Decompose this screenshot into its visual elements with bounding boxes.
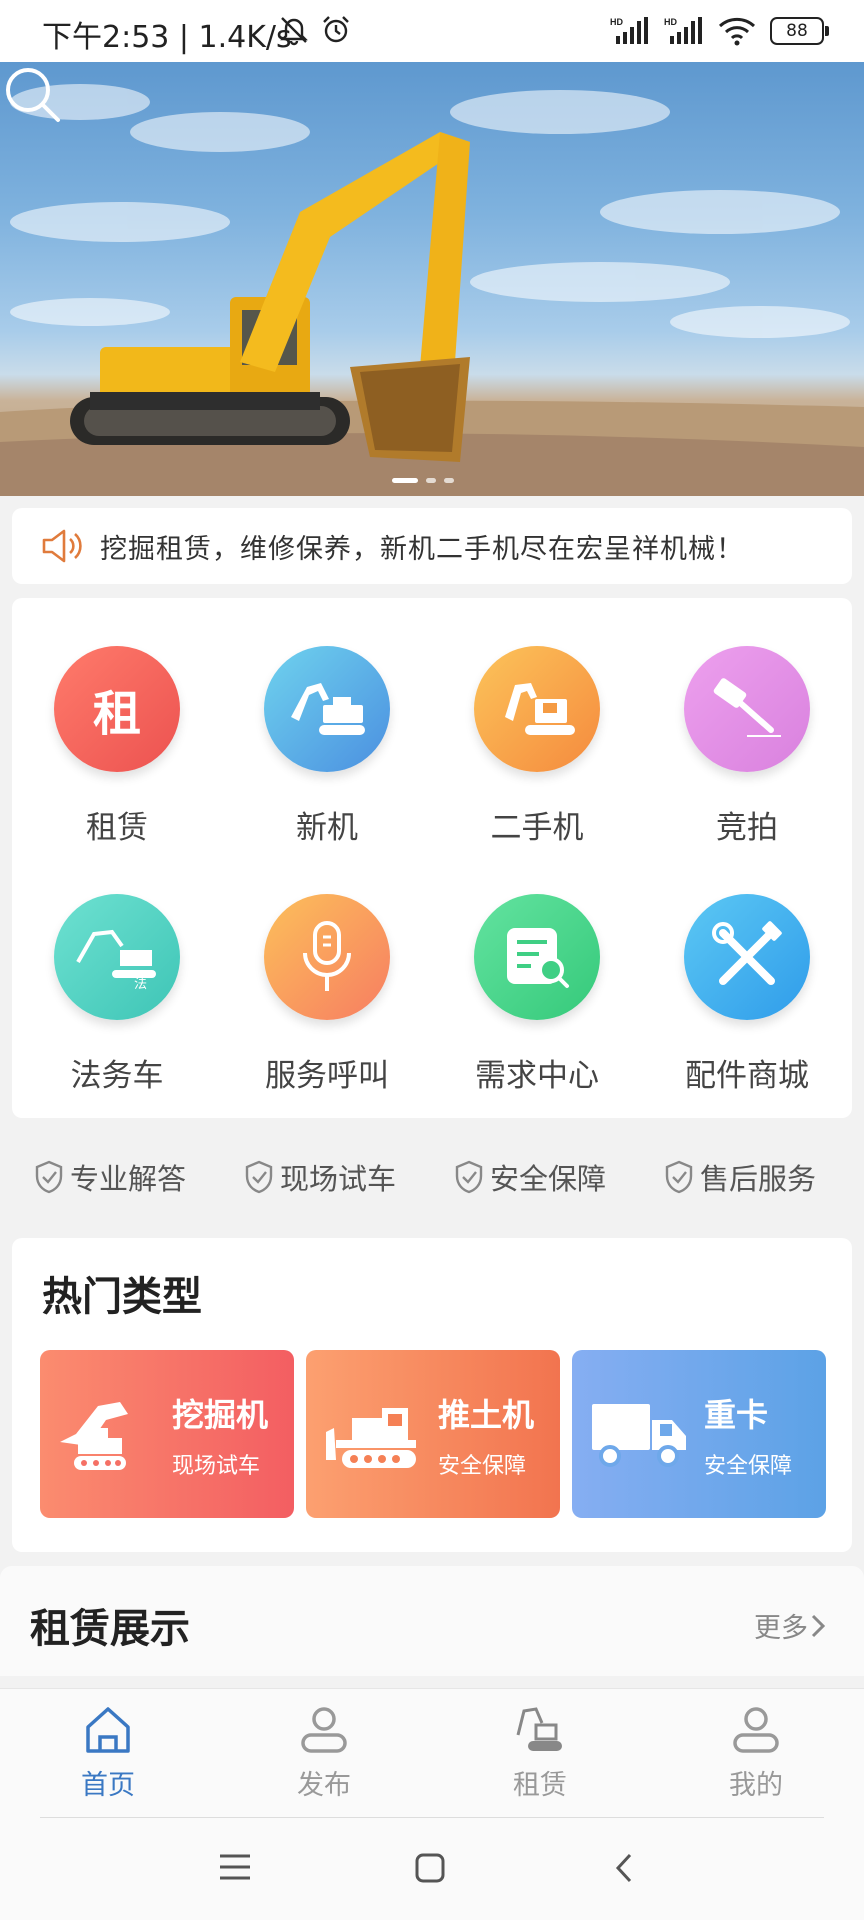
user-icon <box>733 1707 779 1753</box>
notice-text: 挖掘租赁，维修保养，新机二手机尽在宏呈祥机械！ <box>100 533 744 565</box>
rent-icon: 租 <box>54 646 180 772</box>
hot-tile-bulldozer[interactable]: 推土机 安全保障 <box>306 1350 560 1518</box>
tile-title: 重卡 <box>704 1396 769 1434</box>
category-new-machine[interactable]: 新机 <box>222 598 432 846</box>
category-label: 配件商城 <box>685 1058 809 1094</box>
category-parts-mall[interactable]: 配件商城 <box>642 846 852 1094</box>
category-label: 二手机 <box>490 810 584 846</box>
carousel-dot[interactable] <box>444 478 454 483</box>
microphone-icon <box>264 894 390 1020</box>
tab-label: 我的 <box>729 1770 783 1801</box>
category-label: 法务车 <box>70 1058 164 1094</box>
excavator-icon <box>474 646 600 772</box>
rental-section: 租赁展示 更多 <box>0 1566 864 1676</box>
signal-hd-icon-2: HD <box>664 17 702 44</box>
carousel-dot[interactable] <box>426 478 436 483</box>
section-title: 租赁展示 <box>30 1606 190 1652</box>
user-icon <box>301 1707 347 1753</box>
hot-types-section: 热门类型 挖掘机 现场试车 推土机 安全保障 重卡 安全保障 <box>12 1238 852 1552</box>
carousel-dot[interactable] <box>392 478 418 483</box>
shield-check-icon <box>665 1160 693 1194</box>
back-icon[interactable] <box>612 1852 636 1884</box>
tile-title: 推土机 <box>438 1396 535 1434</box>
battery-indicator: 88 <box>770 17 829 45</box>
category-demand-center[interactable]: 需求中心 <box>432 846 642 1094</box>
notice-bar[interactable]: 挖掘租赁，维修保养，新机二手机尽在宏呈祥机械！ <box>12 508 852 584</box>
hammer-icon <box>684 646 810 772</box>
svg-text:HD: HD <box>664 17 677 27</box>
tab-label: 发布 <box>297 1770 351 1801</box>
category-auction[interactable]: 竞拍 <box>642 598 852 846</box>
speaker-icon <box>42 529 82 563</box>
category-label: 新机 <box>296 810 358 846</box>
legal-excavator-icon: 法 <box>54 894 180 1020</box>
more-link[interactable]: 更多 <box>754 1606 828 1645</box>
tab-rental[interactable]: 租赁 <box>432 1705 648 1802</box>
document-search-icon <box>474 894 600 1020</box>
system-navigation-bar <box>0 1818 864 1920</box>
svg-text:法: 法 <box>134 977 147 992</box>
signal-hd-icon: HD <box>610 17 648 44</box>
truck-icon <box>592 1404 686 1467</box>
hot-tile-heavy-truck[interactable]: 重卡 安全保障 <box>572 1350 826 1518</box>
tab-label: 首页 <box>81 1770 135 1801</box>
category-service-call[interactable]: 服务呼叫 <box>222 846 432 1094</box>
feature-item: 售后服务 <box>664 1156 816 1198</box>
tile-subtitle: 现场试车 <box>172 1454 261 1479</box>
bottom-tab-bar: 首页 发布 租赁 我的 <box>0 1688 864 1819</box>
category-label: 需求中心 <box>475 1058 599 1094</box>
hot-tile-excavator[interactable]: 挖掘机 现场试车 <box>40 1350 294 1518</box>
chevron-right-icon <box>811 1614 826 1637</box>
search-icon[interactable] <box>0 62 64 126</box>
alarm-icon <box>323 16 349 43</box>
shield-check-icon <box>455 1160 483 1194</box>
feature-badges: 专业解答 现场试车 安全保障 售后服务 <box>0 1148 864 1208</box>
feature-item: 现场试车 <box>244 1156 396 1198</box>
category-used-machine[interactable]: 二手机 <box>432 598 642 846</box>
status-time: 下午2:53 | 1.4K/s <box>42 20 292 55</box>
category-legal-vehicle[interactable]: 法 法务车 <box>12 846 222 1094</box>
carousel-indicator <box>392 478 454 483</box>
bulldozer-icon <box>326 1408 416 1468</box>
tools-icon <box>684 894 810 1020</box>
excavator-banner-image <box>0 84 864 496</box>
category-label: 竞拍 <box>716 810 778 846</box>
section-title: 热门类型 <box>42 1274 202 1320</box>
mute-bell-icon <box>280 17 308 46</box>
tab-home[interactable]: 首页 <box>0 1705 216 1802</box>
status-bar: 下午2:53 | 1.4K/s HD HD 88 <box>0 0 864 62</box>
shield-check-icon <box>245 1160 273 1194</box>
category-rent[interactable]: 租 租赁 <box>12 598 222 846</box>
shield-check-icon <box>35 1160 63 1194</box>
category-label: 服务呼叫 <box>265 1058 389 1094</box>
feature-item: 专业解答 <box>34 1156 186 1198</box>
home-square-icon[interactable] <box>414 1852 446 1884</box>
svg-text:HD: HD <box>610 17 623 27</box>
tile-subtitle: 安全保障 <box>704 1454 793 1479</box>
excavator-icon <box>60 1402 128 1470</box>
banner-carousel[interactable] <box>0 62 864 496</box>
tile-title: 挖掘机 <box>172 1396 269 1434</box>
wifi-icon <box>718 17 756 46</box>
category-label: 租赁 <box>86 810 148 846</box>
menu-icon[interactable] <box>218 1852 252 1882</box>
excavator-icon <box>264 646 390 772</box>
tile-subtitle: 安全保障 <box>438 1454 527 1479</box>
tab-mine[interactable]: 我的 <box>648 1705 864 1802</box>
excavator-icon <box>516 1707 562 1751</box>
home-icon <box>86 1707 130 1753</box>
category-grid: 租 租赁 新机 二手机 竞拍 法 法务车 服务呼叫 需求中心 配件商城 <box>12 598 852 1118</box>
tab-label: 租赁 <box>513 1770 567 1801</box>
tab-publish[interactable]: 发布 <box>216 1705 432 1802</box>
feature-item: 安全保障 <box>454 1156 606 1198</box>
